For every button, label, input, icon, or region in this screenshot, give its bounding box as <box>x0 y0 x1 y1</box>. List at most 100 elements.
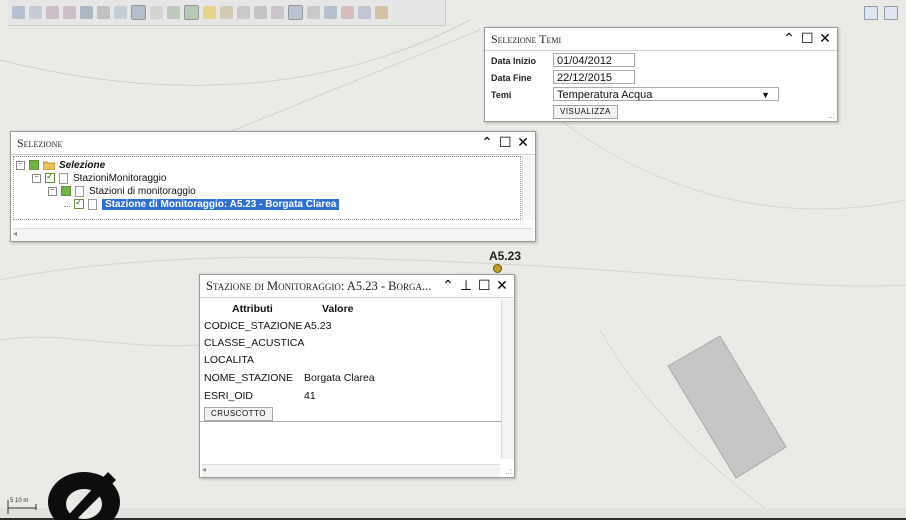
vertical-scrollbar[interactable] <box>501 299 514 459</box>
temi-select[interactable]: Temperatura Acqua ▼ <box>553 87 779 101</box>
maximize-icon[interactable]: ☐ <box>801 31 814 45</box>
map-toolbar <box>8 0 446 26</box>
document-icon <box>59 172 68 184</box>
visualizza-button[interactable]: VISUALIZZA <box>553 105 618 119</box>
attribute-name: LOCALITA <box>204 354 254 366</box>
window-controls: ⌃ ☐ ✕ <box>481 135 529 149</box>
collapse-tree-icon[interactable]: − <box>16 160 25 170</box>
station-label: A5.23 <box>489 249 522 263</box>
column-header-attributi: Attributi <box>232 303 273 315</box>
tree-label: StazioniMonitoraggio <box>73 172 167 184</box>
collapse-icon[interactable]: ⌃ <box>442 278 454 292</box>
horizontal-scrollbar[interactable]: ◂ <box>202 464 500 477</box>
list-icon[interactable] <box>254 6 267 19</box>
maximize-icon[interactable]: ☐ <box>499 135 512 149</box>
vertical-scrollbar[interactable] <box>522 156 535 220</box>
cruscotto-button[interactable]: CRUSCOTTO <box>204 407 274 421</box>
photo-icon[interactable] <box>184 5 199 20</box>
print-icon[interactable] <box>80 6 93 19</box>
collapse-icon[interactable]: ⌃ <box>481 135 493 149</box>
popup-title: Stazione di Monitoraggio: A5.23 - Borga.… <box>206 278 432 293</box>
scale-label: 5 10 m <box>10 498 29 504</box>
stazione-popup: Stazione di Monitoraggio: A5.23 - Borga.… <box>199 274 515 478</box>
checkbox[interactable] <box>45 171 55 183</box>
data-fine-input[interactable]: 22/12/2015 <box>553 70 635 84</box>
draw-line-icon[interactable] <box>150 6 163 19</box>
lightbulb-icon[interactable] <box>203 6 216 19</box>
window-controls: ⌃ ☐ ✕ <box>783 31 831 45</box>
attribute-value: Borgata Clarea <box>304 372 375 384</box>
close-icon[interactable]: ✕ <box>496 278 508 292</box>
data-inizio-label: Data Inizio <box>491 56 537 66</box>
close-icon[interactable]: ✕ <box>517 135 529 149</box>
attribute-value: 41 <box>304 390 316 402</box>
collapse-icon[interactable]: ⌃ <box>783 31 795 45</box>
minimize-icon[interactable]: ⊥ <box>460 278 472 292</box>
checkbox[interactable] <box>61 186 71 196</box>
window-controls: ⌃ ⊥ ☐ ✕ <box>442 278 508 292</box>
tree-node[interactable]: Stazione di Monitoraggio: A5.23 - Borgat… <box>64 197 340 210</box>
divider <box>200 421 514 422</box>
attribute-name: CODICE_STAZIONE <box>204 320 303 332</box>
compass-logo-icon <box>48 472 120 520</box>
zoom-in-icon[interactable] <box>29 6 42 19</box>
pan-icon[interactable] <box>12 6 25 19</box>
tree-node[interactable]: − Selezione <box>16 159 105 171</box>
zoom-extent-icon[interactable] <box>63 6 76 19</box>
tool-icon[interactable] <box>375 6 388 19</box>
checkbox[interactable] <box>74 197 84 209</box>
collapse-tree-icon[interactable]: − <box>32 173 41 183</box>
data-inizio-input[interactable]: 01/04/2012 <box>553 53 635 67</box>
zoom-out-icon[interactable] <box>46 6 59 19</box>
maximize-icon[interactable]: ☐ <box>478 278 491 292</box>
bird-icon[interactable] <box>341 6 354 19</box>
panel-title: Selezione <box>17 135 63 150</box>
checkbox[interactable] <box>29 160 39 170</box>
chart-icon[interactable] <box>271 6 284 19</box>
attribute-name: NOME_STAZIONE <box>204 372 294 384</box>
layers-icon[interactable] <box>167 6 180 19</box>
selezione-header[interactable]: Selezione ⌃ ☐ ✕ <box>11 132 535 155</box>
window-tile-icon[interactable] <box>864 6 878 20</box>
selezione-temi-panel: Selezione Temi ⌃ ☐ ✕ Data Inizio 01/04/2… <box>484 27 838 122</box>
book-icon[interactable] <box>324 6 337 19</box>
tree-node[interactable]: − StazioniMonitoraggio <box>32 171 167 184</box>
tree-connector <box>64 201 70 207</box>
tree-label: Selezione <box>59 159 106 171</box>
horizontal-scrollbar[interactable]: ◂ <box>13 228 533 241</box>
table-icon[interactable] <box>220 6 233 19</box>
temi-label: Temi <box>491 90 512 100</box>
identify-icon[interactable] <box>131 5 146 20</box>
document-icon <box>75 185 84 197</box>
layer-tree: − Selezione − StazioniMonitoraggio − Sta… <box>13 156 521 220</box>
attribute-value: A5.23 <box>304 320 332 332</box>
resize-grip-icon[interactable]: ..: <box>505 467 512 476</box>
attribute-name: ESRI_OID <box>204 390 254 402</box>
collapse-tree-icon[interactable]: − <box>48 186 57 196</box>
column-header-valore: Valore <box>322 303 354 315</box>
chevron-down-icon: ▼ <box>761 90 770 100</box>
selezione-panel: Selezione ⌃ ☐ ✕ − Selezione − StazioniMo… <box>10 131 536 242</box>
attribute-name: CLASSE_ACUSTICA <box>204 337 305 349</box>
station-marker[interactable] <box>493 264 502 273</box>
select-icon[interactable] <box>114 6 127 19</box>
report-icon[interactable] <box>288 5 303 20</box>
tree-node[interactable]: − Stazioni di monitoraggio <box>48 185 196 197</box>
web-icon[interactable] <box>358 6 371 19</box>
folder-icon <box>43 161 55 170</box>
selezione-temi-header[interactable]: Selezione Temi ⌃ ☐ ✕ <box>485 28 837 51</box>
data-fine-label: Data Fine <box>491 73 532 83</box>
top-right-tools <box>864 6 898 20</box>
window-grid-icon[interactable] <box>884 6 898 20</box>
temi-select-value: Temperatura Acqua <box>557 89 653 101</box>
close-icon[interactable]: ✕ <box>819 31 831 45</box>
document-icon <box>88 198 97 210</box>
tree-label: Stazioni di monitoraggio <box>89 185 196 197</box>
edit-icon[interactable] <box>307 6 320 19</box>
resize-grip-icon[interactable]: ..: <box>828 111 835 120</box>
panel-title: Selezione Temi <box>491 31 562 46</box>
measure-icon[interactable] <box>97 6 110 19</box>
stazione-header[interactable]: Stazione di Monitoraggio: A5.23 - Borga.… <box>200 275 514 298</box>
tree-label-selected: Stazione di Monitoraggio: A5.23 - Borgat… <box>102 198 340 210</box>
grid-icon[interactable] <box>237 6 250 19</box>
